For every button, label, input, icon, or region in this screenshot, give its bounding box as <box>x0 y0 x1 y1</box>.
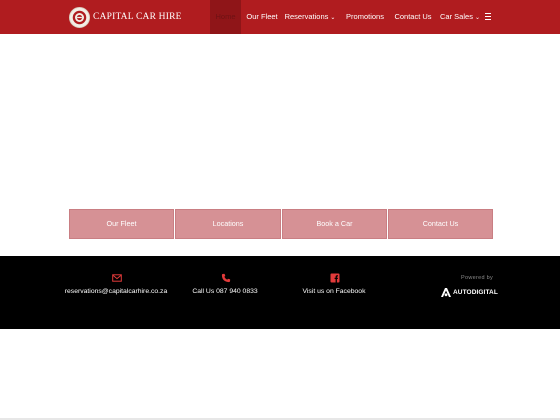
chevron-down-icon[interactable]: ⌄ <box>475 15 480 21</box>
autodigital-icon <box>441 288 451 297</box>
nav-home-label[interactable]: Home <box>215 12 235 21</box>
phone-link[interactable]: Call Us 087 940 0833 <box>192 288 257 295</box>
chevron-down-icon[interactable]: ⌄ <box>330 15 335 21</box>
envelope-icon[interactable] <box>112 270 122 282</box>
contact-us-button-label[interactable]: Contact Us <box>423 219 459 228</box>
nav-promotions-label[interactable]: Promotions <box>346 12 384 21</box>
car-hire-logo-icon[interactable] <box>69 6 90 28</box>
our-fleet-button[interactable]: Our Fleet <box>69 209 174 239</box>
brand[interactable]: CAPITAL CAR HIRE <box>69 6 182 28</box>
email-link[interactable]: reservations@capitalcarhire.co.za <box>65 288 167 295</box>
nav-contact-us[interactable]: Contact Us <box>393 0 433 34</box>
page: CAPITAL CAR HIRE Home Our Fleet Reservat… <box>0 0 560 420</box>
powered-by-label: Powered by <box>461 275 494 281</box>
nav-car-sales[interactable]: Car Sales ⌄ <box>440 0 480 34</box>
nav-car-sales-label[interactable]: Car Sales <box>440 12 473 21</box>
contact-us-button[interactable]: Contact Us <box>388 209 493 239</box>
hamburger-icon[interactable] <box>485 13 491 20</box>
autodigital-logo[interactable]: AUTODIGITAL <box>440 287 498 298</box>
locations-button[interactable]: Locations <box>175 209 281 239</box>
facebook-icon[interactable] <box>330 270 340 283</box>
our-fleet-button-label[interactable]: Our Fleet <box>107 219 137 228</box>
nav-reservations-label[interactable]: Reservations <box>285 12 329 21</box>
phone-icon[interactable] <box>221 270 231 283</box>
autodigital-brand[interactable]: AUTODIGITAL <box>453 289 498 296</box>
site-header: CAPITAL CAR HIRE Home Our Fleet Reservat… <box>0 0 560 34</box>
nav-home[interactable]: Home <box>210 0 241 34</box>
locations-button-label[interactable]: Locations <box>213 219 244 228</box>
nav-contact-us-label[interactable]: Contact Us <box>394 12 431 21</box>
book-a-car-button[interactable]: Book a Car <box>282 209 387 239</box>
brand-name[interactable]: CAPITAL CAR HIRE <box>93 12 182 22</box>
nav-reservations[interactable]: Reservations ⌄ <box>284 0 336 34</box>
nav-promotions[interactable]: Promotions <box>344 0 386 34</box>
facebook-link[interactable]: Visit us on Facebook <box>303 288 366 295</box>
nav-our-fleet[interactable]: Our Fleet <box>242 0 282 34</box>
nav-our-fleet-label[interactable]: Our Fleet <box>246 12 277 21</box>
book-a-car-button-label[interactable]: Book a Car <box>317 219 353 228</box>
